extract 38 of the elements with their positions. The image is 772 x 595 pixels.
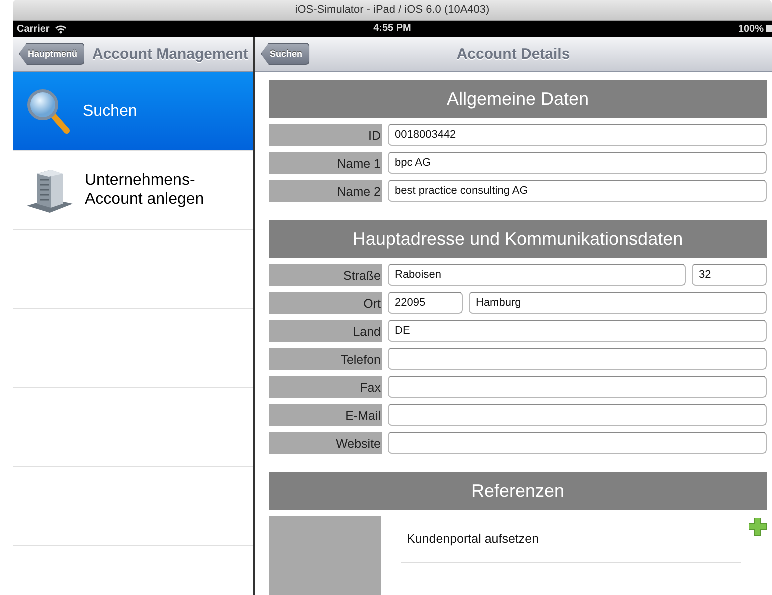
field-label: Straße (269, 264, 382, 286)
text-field[interactable] (388, 432, 767, 454)
sidebar-item[interactable]: Suchen (13, 72, 253, 151)
text-field[interactable]: 0018003442 (388, 124, 767, 146)
text-field[interactable]: Raboisen (388, 264, 686, 286)
magnifier-icon (25, 87, 73, 135)
field-label: Fax (269, 376, 382, 398)
text-field[interactable] (388, 404, 767, 426)
field-label: Name 1 (269, 152, 382, 174)
nav-title: Account Management (92, 46, 248, 62)
field-label: E-Mail (269, 404, 382, 426)
sidebar-item[interactable]: Unternehmens- Account anlegen (13, 151, 253, 230)
field-label: ID (269, 124, 382, 146)
text-field[interactable]: bpc AG (388, 152, 767, 174)
reference-item[interactable]: Kundenportal aufsetzen (401, 516, 741, 563)
section-header: Allgemeine Daten (269, 80, 767, 118)
section-header: Hauptadresse und Kommunikationsdaten (269, 220, 767, 258)
carrier-label: Carrier (17, 24, 50, 34)
wifi-icon (54, 24, 67, 34)
nav-title: Account Details (456, 46, 570, 63)
add-icon[interactable] (749, 518, 767, 536)
window-title: iOS-Simulator - iPad / iOS 6.0 (10A403) (295, 4, 490, 16)
battery-icon (766, 25, 772, 33)
clock-label: 4:55 PM (374, 23, 412, 34)
text-field[interactable]: 22095 (388, 292, 463, 314)
text-field[interactable]: best practice consulting AG (388, 180, 767, 202)
field-label: Telefon (269, 348, 382, 370)
text-field[interactable]: DE (388, 320, 767, 342)
text-field[interactable] (388, 376, 767, 398)
field-label: Name 2 (269, 180, 382, 202)
text-field[interactable]: 32 (692, 264, 767, 286)
text-field[interactable] (388, 348, 767, 370)
text-field[interactable]: Hamburg (469, 292, 767, 314)
field-label: Website (269, 432, 382, 454)
field-label: Land (269, 320, 382, 342)
battery-label: 100% (738, 24, 764, 34)
field-label: Ort (269, 292, 382, 314)
section-header: Referenzen (269, 472, 767, 510)
